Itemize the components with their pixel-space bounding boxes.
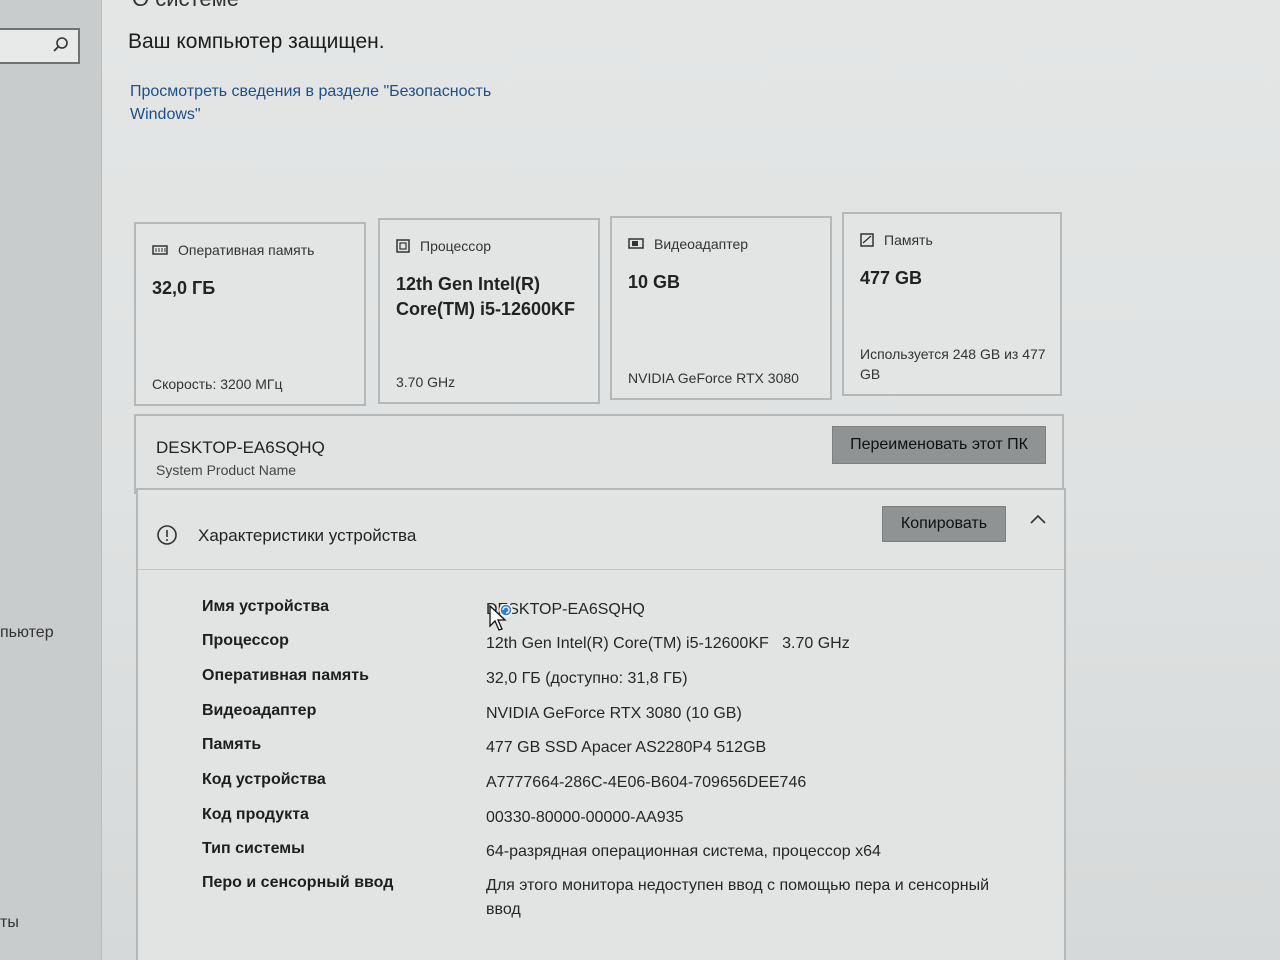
cpu-card-frequency: 3.70 GHz — [396, 374, 456, 390]
main-content: О системе Ваш компьютер защищен. Просмот… — [102, 0, 1280, 960]
sidebar-item-cut[interactable]: ты — [0, 914, 19, 932]
device-specs-header[interactable]: Характеристики устройства Копировать — [138, 490, 1064, 570]
info-icon — [157, 525, 177, 545]
cpu-card-title: Процессор — [420, 238, 492, 254]
gpu-card-model: NVIDIA GeForce RTX 3080 — [628, 370, 799, 386]
sidebar: пьютер ты — [0, 0, 102, 960]
cpu-card-value: 12th Gen Intel(R) Core(TM) i5-12600KF — [396, 274, 576, 319]
sidebar-item-computer[interactable]: пьютер — [0, 624, 54, 642]
device-specs-panel: Характеристики устройства Копировать Имя… — [136, 488, 1066, 960]
pc-model: System Product Name — [156, 462, 297, 478]
chevron-up-icon[interactable] — [1028, 512, 1048, 526]
settings-window: пьютер ты О системе Ваш компьютер защище… — [0, 0, 1280, 960]
ram-card-title: Оперативная память — [178, 242, 315, 258]
ram-card-speed: Скорость: 3200 МГц — [152, 376, 283, 392]
storage-card: Память 477 GB Используется 248 GB из 477… — [842, 212, 1062, 396]
ram-card: Оперативная память 32,0 ГБ Скорость: 320… — [134, 222, 366, 406]
copy-button[interactable]: Копировать — [882, 506, 1006, 542]
page-title: О системе — [132, 0, 239, 12]
storage-card-title: Память — [884, 232, 933, 248]
cpu-card: Процессор 12th Gen Intel(R) Core(TM) i5-… — [378, 218, 600, 404]
cpu-icon — [396, 239, 410, 253]
windows-security-link[interactable]: Просмотреть сведения в разделе "Безопасн… — [130, 80, 530, 126]
search-icon — [53, 37, 68, 52]
gpu-icon — [628, 238, 644, 249]
ram-icon — [152, 245, 168, 255]
gpu-card-value: 10 GB — [628, 272, 681, 292]
ram-card-value: 32,0 ГБ — [152, 278, 216, 298]
rename-pc-button[interactable]: Переименовать этот ПК — [832, 426, 1046, 464]
gpu-card-title: Видеоадаптер — [654, 236, 749, 252]
pc-name-bar: DESKTOP-EA6SQHQ System Product Name Пере… — [134, 414, 1064, 494]
mouse-pointer-icon — [489, 604, 513, 631]
storage-card-usage: Используется 248 GB из 477 GB — [860, 346, 1046, 382]
search-input[interactable] — [0, 28, 80, 64]
storage-card-value: 477 GB — [860, 268, 923, 288]
protection-status: Ваш компьютер защищен. — [128, 30, 385, 53]
gpu-card: Видеоадаптер 10 GB NVIDIA GeForce RTX 30… — [610, 216, 832, 400]
storage-icon — [860, 233, 874, 247]
device-specs-title: Характеристики устройства — [198, 526, 417, 545]
pc-name: DESKTOP-EA6SQHQ — [156, 438, 325, 457]
